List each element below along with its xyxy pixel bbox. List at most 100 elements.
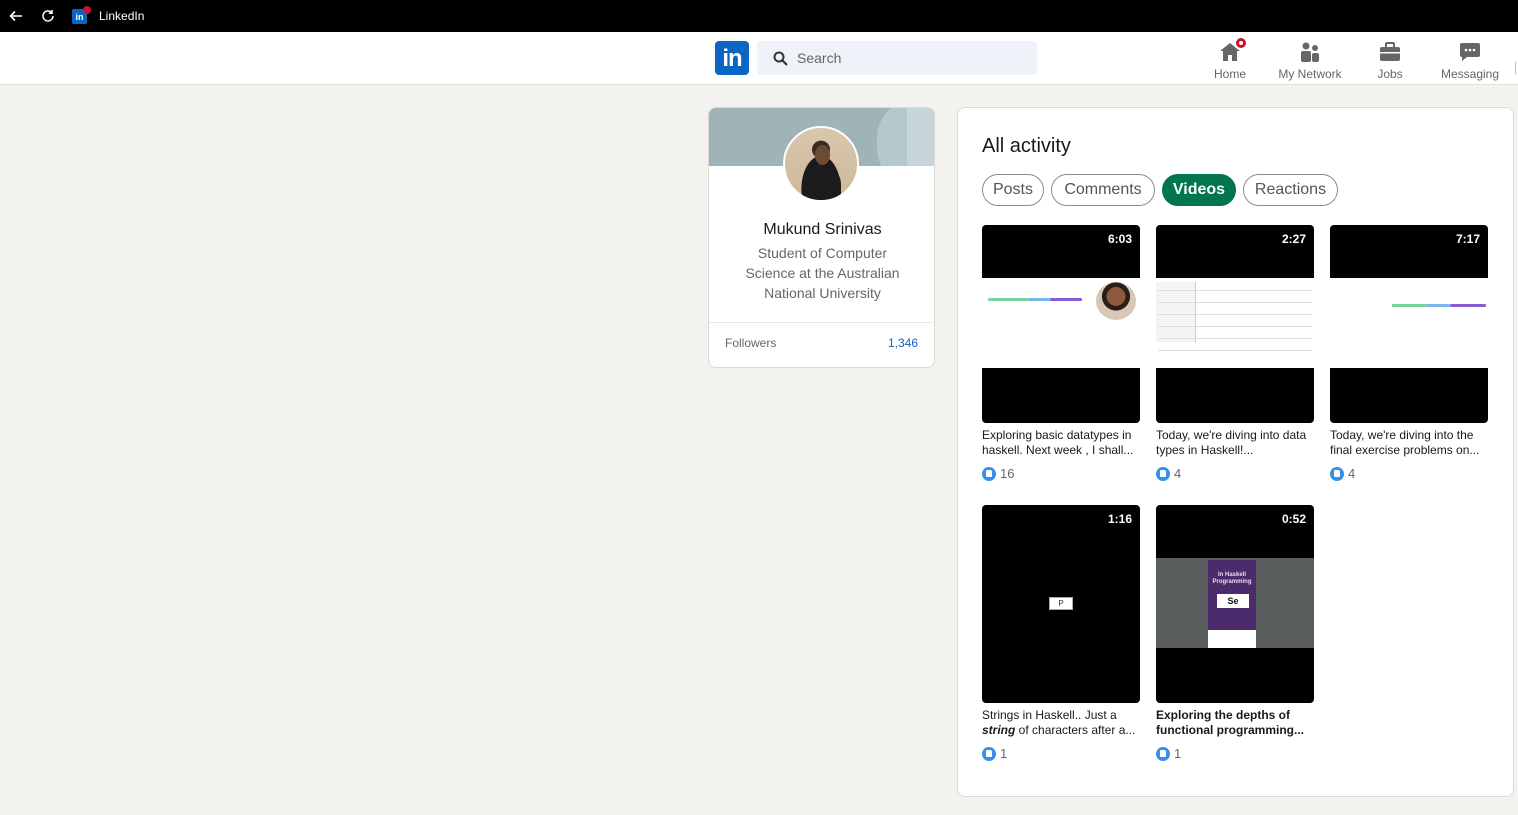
preview-shape bbox=[1158, 350, 1312, 351]
followers-count[interactable]: 1,346 bbox=[888, 336, 918, 350]
preview-shape bbox=[1450, 304, 1486, 307]
like-icon bbox=[1156, 466, 1170, 481]
banner-shape bbox=[907, 108, 934, 166]
preview-shape bbox=[1050, 298, 1082, 301]
search-icon bbox=[773, 51, 788, 66]
video-thumbnail[interactable]: 0:52 In Haskell Programming Se bbox=[1156, 505, 1314, 703]
network-icon bbox=[1298, 40, 1322, 64]
notification-badge bbox=[1234, 36, 1248, 50]
preview-shape bbox=[1158, 290, 1312, 291]
preview-shape bbox=[988, 298, 1028, 301]
video-likes[interactable]: 4 bbox=[1330, 466, 1488, 481]
preview-shape bbox=[1158, 338, 1312, 339]
like-count: 16 bbox=[1000, 466, 1015, 481]
caption-text: Strings in Haskell.. Just a bbox=[982, 708, 1117, 722]
profile-headline: Student of Computer Science at the Austr… bbox=[745, 245, 900, 301]
back-arrow-icon[interactable] bbox=[8, 8, 24, 24]
video-card[interactable]: 6:03 Exploring basic datatypes in haskel… bbox=[982, 225, 1140, 481]
profile-card: Mukund Srinivas Student of Computer Scie… bbox=[708, 107, 935, 368]
video-caption[interactable]: Today, we're diving into data types in H… bbox=[1156, 428, 1314, 458]
video-thumbnail[interactable]: 6:03 bbox=[982, 225, 1140, 423]
preview-shape bbox=[1158, 314, 1312, 315]
preview-shape bbox=[1426, 304, 1450, 307]
tab-title: LinkedIn bbox=[99, 9, 145, 23]
video-duration: 0:52 bbox=[1281, 512, 1306, 526]
video-caption[interactable]: Strings in Haskell.. Just a string of ch… bbox=[982, 708, 1140, 738]
nav-messaging-label: Messaging bbox=[1440, 67, 1500, 81]
favicon-notification-dot bbox=[83, 6, 91, 14]
chat-icon bbox=[1458, 40, 1482, 64]
video-preview-box: P bbox=[1049, 597, 1073, 610]
video-duration: 2:27 bbox=[1281, 232, 1306, 246]
book-title: In Haskell Programming bbox=[1212, 572, 1252, 585]
video-screen-preview bbox=[982, 278, 1140, 368]
preview-shape bbox=[1158, 326, 1312, 327]
video-screen-preview bbox=[1156, 278, 1314, 368]
divider bbox=[709, 322, 934, 323]
video-thumbnail[interactable]: 7:17 bbox=[1330, 225, 1488, 423]
like-count: 4 bbox=[1348, 466, 1356, 481]
video-card[interactable]: 1:16 P Strings in Haskell.. Just a strin… bbox=[982, 505, 1140, 761]
video-duration: 1:16 bbox=[1107, 512, 1132, 526]
avatar-face-shape bbox=[815, 145, 830, 165]
home-icon bbox=[1218, 36, 1248, 64]
activity-title: All activity bbox=[982, 135, 1071, 157]
video-screen-preview bbox=[1330, 278, 1488, 368]
global-nav: in Home My Network Jobs Messaging bbox=[0, 32, 1518, 85]
avatar-body-shape bbox=[803, 166, 841, 200]
book-box: Se bbox=[1217, 594, 1249, 608]
nav-my-network[interactable]: My Network bbox=[1270, 32, 1350, 84]
favicon-text: in bbox=[75, 11, 84, 22]
nav-my-network-label: My Network bbox=[1278, 67, 1342, 81]
nav-jobs[interactable]: Jobs bbox=[1365, 32, 1415, 84]
search-input[interactable] bbox=[797, 41, 1027, 75]
like-count: 1 bbox=[1000, 746, 1008, 761]
nav-home[interactable]: Home bbox=[1205, 32, 1255, 84]
filter-posts[interactable]: Posts bbox=[982, 174, 1044, 206]
preview-shape bbox=[1028, 298, 1050, 301]
reload-icon[interactable] bbox=[40, 8, 56, 24]
nav-home-label: Home bbox=[1213, 67, 1246, 81]
filter-videos[interactable]: Videos bbox=[1162, 174, 1236, 206]
video-caption[interactable]: Exploring the depths of functional progr… bbox=[1156, 708, 1314, 738]
browser-titlebar: in LinkedIn bbox=[0, 0, 1518, 32]
nav-messaging[interactable]: Messaging bbox=[1435, 32, 1505, 84]
like-icon bbox=[982, 746, 996, 761]
nav-jobs-label: Jobs bbox=[1377, 67, 1403, 81]
video-card[interactable]: 7:17 Today, we're diving into the final … bbox=[1330, 225, 1488, 481]
like-count: 4 bbox=[1174, 466, 1182, 481]
linkedin-logo[interactable]: in bbox=[715, 41, 749, 75]
webcam-overlay bbox=[1096, 282, 1136, 320]
video-caption[interactable]: Today, we're diving into the final exerc… bbox=[1330, 428, 1488, 458]
video-duration: 7:17 bbox=[1455, 232, 1480, 246]
video-duration: 6:03 bbox=[1107, 232, 1132, 246]
filter-reactions[interactable]: Reactions bbox=[1243, 174, 1338, 206]
video-likes[interactable]: 1 bbox=[1156, 746, 1314, 761]
avatar[interactable] bbox=[783, 126, 859, 202]
search-box[interactable] bbox=[757, 41, 1037, 75]
followers-label: Followers bbox=[725, 336, 777, 350]
like-count: 1 bbox=[1174, 746, 1182, 761]
video-thumbnail[interactable]: 1:16 P bbox=[982, 505, 1140, 703]
video-likes[interactable]: 1 bbox=[982, 746, 1140, 761]
preview-shape bbox=[1158, 302, 1312, 303]
preview-shape bbox=[1208, 630, 1256, 648]
video-likes[interactable]: 4 bbox=[1156, 466, 1314, 481]
video-caption[interactable]: Exploring basic datatypes in haskell. Ne… bbox=[982, 428, 1140, 458]
video-likes[interactable]: 16 bbox=[982, 466, 1140, 481]
preview-shape bbox=[1392, 304, 1426, 307]
caption-text: of characters after a... bbox=[1015, 723, 1136, 737]
filter-comments[interactable]: Comments bbox=[1051, 174, 1155, 206]
like-icon bbox=[982, 466, 996, 481]
preview-shape bbox=[1156, 282, 1196, 342]
video-card[interactable]: 2:27 Today, we're diving into data types… bbox=[1156, 225, 1314, 481]
caption-emphasis: string bbox=[982, 723, 1016, 737]
video-card[interactable]: 0:52 In Haskell Programming Se Exploring… bbox=[1156, 505, 1314, 761]
profile-name[interactable]: Mukund Srinivas bbox=[709, 221, 934, 239]
video-thumbnail[interactable]: 2:27 bbox=[1156, 225, 1314, 423]
linkedin-favicon-icon: in bbox=[72, 6, 91, 24]
like-icon bbox=[1330, 466, 1344, 481]
like-icon bbox=[1156, 746, 1170, 761]
video-screen-preview: In Haskell Programming Se bbox=[1156, 558, 1314, 648]
briefcase-icon bbox=[1378, 40, 1402, 64]
